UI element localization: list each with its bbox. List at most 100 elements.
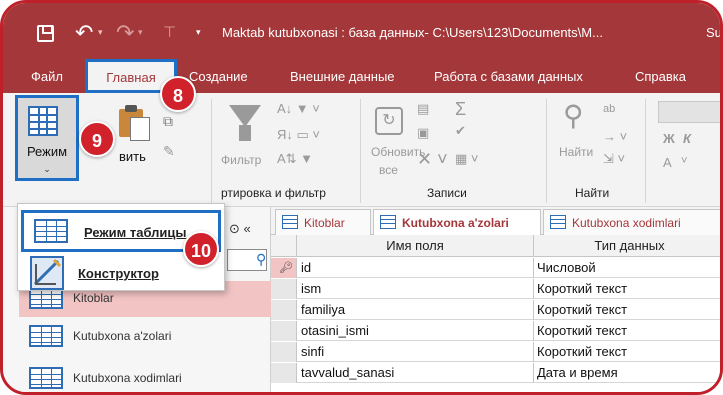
doc-tab-kutubxona-xodimlari[interactable]: Kutubxona xodimlari	[543, 209, 720, 235]
paste-button-label[interactable]: вить	[119, 149, 146, 164]
doc-tab-kitoblar[interactable]: Kitoblar	[275, 209, 371, 235]
new-record-icon[interactable]: ▤	[417, 101, 429, 117]
refresh-all-label[interactable]: все	[379, 163, 398, 177]
data-type-cell[interactable]: Числовой	[537, 260, 596, 275]
clear-sort-icon[interactable]: A⇅ ▼	[277, 151, 313, 167]
table-icon	[282, 215, 298, 229]
field-name-cell[interactable]: sinfi	[301, 344, 324, 359]
bold-button[interactable]: Ж	[663, 131, 675, 146]
table-row[interactable]: sinfi Короткий текст	[271, 342, 720, 362]
italic-button[interactable]: К	[683, 131, 691, 146]
tab-external-data[interactable]: Внешние данные	[290, 69, 395, 84]
chevron-down-icon: ⌄	[43, 164, 51, 174]
totals-icon[interactable]: Σ	[455, 99, 466, 120]
select-icon[interactable]: ⇲ ˅	[603, 151, 625, 167]
font-color-dropdown-icon[interactable]: ˅	[681, 155, 687, 167]
sort-descending-icon[interactable]: Я↓ ▭ ˅	[277, 127, 320, 143]
row-selector[interactable]	[271, 300, 297, 320]
menu-item-label: Режим таблицы	[84, 225, 187, 240]
table-icon	[380, 215, 396, 229]
window-title: Maktab kutubxonasi : база данных- C:\Use…	[222, 25, 603, 40]
save-icon[interactable]	[37, 25, 54, 42]
doc-tab-label: Kutubxona xodimlari	[572, 216, 681, 230]
design-view-icon	[30, 256, 64, 290]
paste-icon[interactable]	[119, 103, 151, 141]
tab-database-tools[interactable]: Работа с базами данных	[434, 69, 583, 84]
row-selector[interactable]	[271, 279, 297, 299]
title-bar: ↶ ▾ ↷ ▾ ⊤ ▾ Maktab kutubxonasi : база да…	[3, 3, 720, 59]
tab-create[interactable]: Создание	[189, 69, 248, 84]
replace-icon[interactable]: ab	[603, 103, 615, 115]
doc-tab-label: Kutubxona a'zolari	[402, 216, 509, 230]
mode-button-label: Режим	[26, 144, 68, 159]
records-group-label: Записи	[427, 186, 467, 200]
nav-item-label: Kutubxona xodimlari	[73, 371, 182, 385]
filter-button-label[interactable]: Фильтр	[221, 153, 261, 167]
doc-tab-kutubxona-azolari[interactable]: Kutubxona a'zolari	[373, 209, 541, 236]
undo-dropdown-icon[interactable]: ▾	[98, 27, 103, 38]
quick-access-dropdown-icon[interactable]: ▾	[196, 27, 201, 38]
datasheet-view-icon	[28, 106, 58, 136]
filter-icon[interactable]	[229, 105, 261, 127]
table-row[interactable]: otasini_ismi Короткий текст	[271, 321, 720, 341]
tab-help[interactable]: Справка	[635, 69, 686, 84]
row-selector[interactable]	[271, 363, 297, 383]
data-type-cell[interactable]: Короткий текст	[537, 344, 627, 359]
step-badge-10: 10	[183, 231, 219, 267]
nav-item-kutubxona-xodimlari[interactable]: Kutubxona xodimlari	[19, 361, 271, 392]
font-name-select[interactable]	[658, 101, 720, 123]
field-name-cell[interactable]: otasini_ismi	[301, 323, 369, 338]
field-name-cell[interactable]: familiya	[301, 302, 345, 317]
redo-icon[interactable]: ↷	[116, 20, 134, 46]
table-row[interactable]: ism Короткий текст	[271, 279, 720, 299]
document-tabs: Kitoblar Kutubxona a'zolari Kutubxona xo…	[271, 207, 720, 236]
nav-options-icon[interactable]: ⊙ «	[229, 221, 251, 237]
tab-file[interactable]: Файл	[31, 69, 63, 84]
format-painter-icon[interactable]: ✎	[163, 143, 175, 160]
field-name-cell[interactable]: id	[301, 260, 311, 275]
search-icon[interactable]: ⚲	[256, 251, 266, 268]
nav-item-kutubxona-azolari[interactable]: Kutubxona a'zolari	[19, 319, 271, 355]
font-color-button[interactable]: А	[663, 155, 672, 170]
table-row[interactable]: tavvalud_sanasi Дата и время	[271, 363, 720, 383]
datasheet-view-icon	[34, 219, 68, 243]
find-group-label: Найти	[575, 186, 610, 200]
table-icon	[29, 325, 63, 347]
data-type-cell[interactable]: Короткий текст	[537, 302, 627, 317]
row-selector[interactable]	[271, 321, 297, 341]
find-button-label[interactable]: Найти	[559, 145, 593, 159]
more-records-icon[interactable]: ▦ ˅	[455, 151, 479, 167]
field-name-cell[interactable]: ism	[301, 281, 321, 296]
redo-dropdown-icon[interactable]: ▾	[138, 27, 143, 38]
column-header-field-name: Имя поля	[297, 235, 534, 257]
table-design-grid: Имя поля Тип данных 🔑︎ id Числовой ism К…	[271, 235, 720, 392]
save-record-icon[interactable]: ▣	[417, 125, 429, 141]
screenshot-frame: ↶ ▾ ↷ ▾ ⊤ ▾ Maktab kutubxonasi : база да…	[0, 0, 723, 395]
doc-tab-label: Kitoblar	[304, 216, 345, 230]
spelling-icon[interactable]: ✔	[455, 123, 466, 139]
nav-item-label: Kutubxona a'zolari	[73, 329, 172, 343]
table-row[interactable]: 🔑︎ id Числовой	[271, 258, 720, 278]
data-type-cell[interactable]: Дата и время	[537, 365, 618, 380]
pin-icon[interactable]: ⊤	[163, 23, 176, 41]
user-name[interactable]: Su	[706, 25, 720, 40]
table-row[interactable]: familiya Короткий текст	[271, 300, 720, 320]
sort-filter-group-label: ртировка и фильтр	[221, 186, 326, 200]
mode-button[interactable]: Режим ⌄	[15, 95, 79, 181]
row-selector[interactable]: 🔑︎	[271, 258, 297, 278]
table-icon	[550, 215, 566, 229]
refresh-icon[interactable]: ↻	[375, 107, 403, 135]
data-type-cell[interactable]: Короткий текст	[537, 281, 627, 296]
ribbon-tabs: Файл Главная Создание Внешние данные Раб…	[3, 59, 720, 93]
step-badge-8: 8	[160, 76, 196, 112]
goto-icon[interactable]: → ˅	[603, 129, 627, 144]
undo-icon[interactable]: ↶	[75, 20, 93, 46]
tab-home-label: Главная	[106, 70, 156, 85]
sort-ascending-icon[interactable]: A↓ ▼ ˅	[277, 101, 320, 116]
copy-icon[interactable]: ⧉	[163, 113, 173, 130]
row-selector[interactable]	[271, 342, 297, 362]
delete-record-icon[interactable]: ✕ ˅	[417, 149, 448, 170]
field-name-cell[interactable]: tavvalud_sanasi	[301, 365, 394, 380]
find-icon[interactable]: ⚲	[563, 99, 584, 132]
data-type-cell[interactable]: Короткий текст	[537, 323, 627, 338]
